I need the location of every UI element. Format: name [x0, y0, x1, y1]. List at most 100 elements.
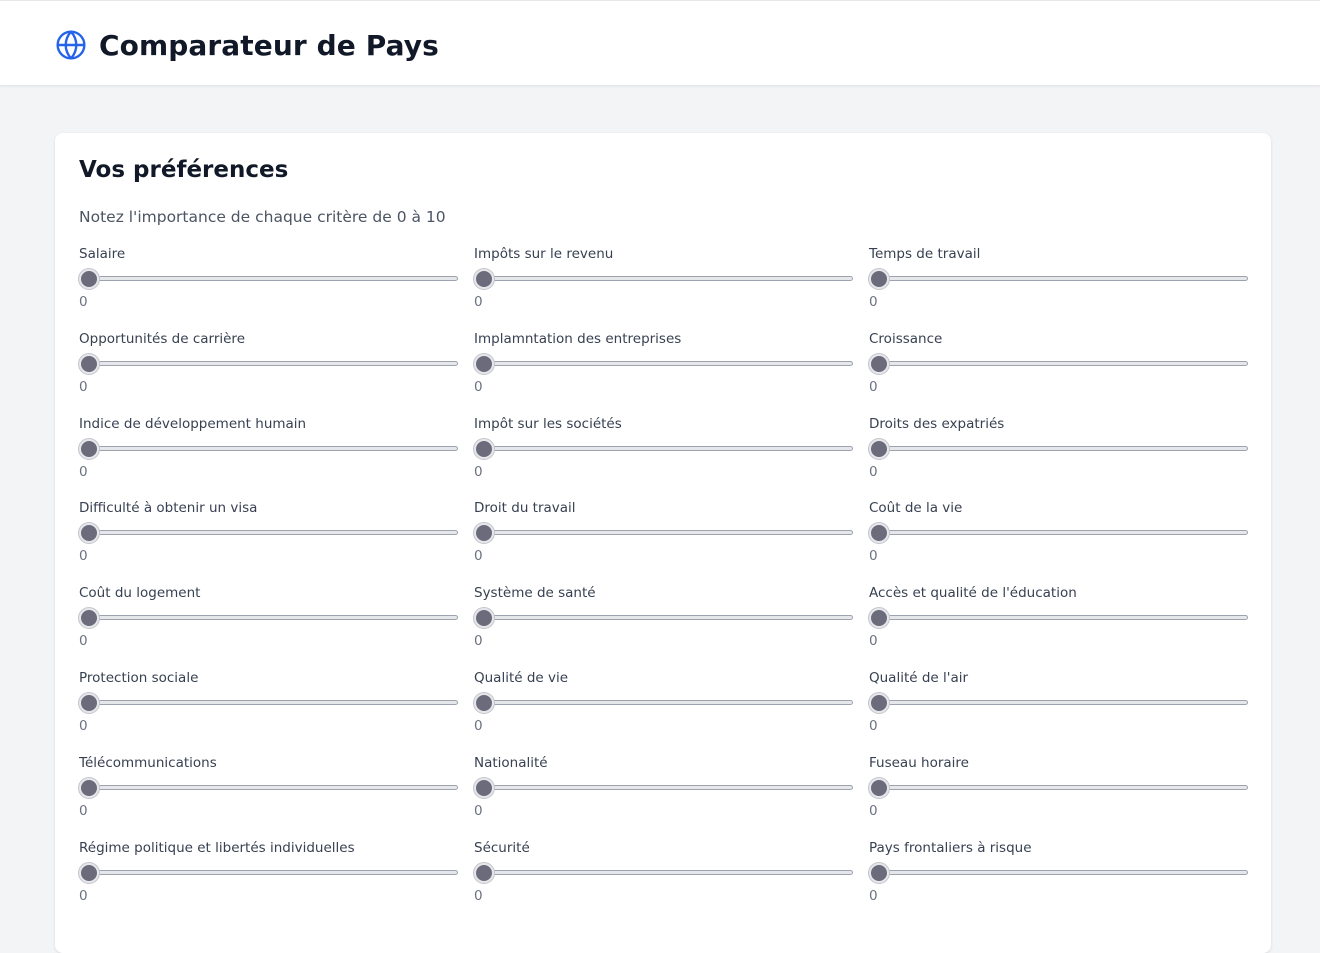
slider-track[interactable]	[871, 869, 1248, 875]
slider-track[interactable]	[81, 360, 458, 366]
slider-track[interactable]	[81, 869, 458, 875]
criterion-label: Protection sociale	[79, 669, 199, 686]
slider-thumb[interactable]	[79, 777, 99, 798]
slider-track[interactable]	[476, 615, 853, 621]
importance-slider[interactable]	[79, 777, 458, 798]
importance-slider[interactable]	[474, 269, 853, 289]
criterion-item: Droits des expatriés 0	[869, 416, 1248, 501]
slider-thumb[interactable]	[79, 523, 99, 544]
criterion-item: Système de santé 0	[474, 585, 853, 670]
importance-slider[interactable]	[79, 353, 458, 374]
slider-track[interactable]	[476, 784, 853, 790]
importance-slider[interactable]	[869, 608, 1248, 629]
slider-thumb[interactable]	[869, 438, 889, 459]
slider-track[interactable]	[476, 699, 853, 705]
preferences-card: Vos préférences Notez l'importance de ch…	[55, 133, 1271, 953]
slider-track[interactable]	[871, 276, 1248, 281]
slider-track[interactable]	[81, 445, 458, 451]
slider-thumb[interactable]	[474, 777, 494, 798]
importance-slider[interactable]	[79, 862, 458, 883]
slider-thumb[interactable]	[474, 353, 494, 374]
criterion-value: 0	[869, 548, 878, 565]
slider-track[interactable]	[81, 615, 458, 621]
importance-slider[interactable]	[474, 438, 853, 459]
slider-thumb[interactable]	[869, 862, 889, 883]
criterion-item: Opportunités de carrière 0	[79, 331, 458, 416]
criterion-item: Salaire 0	[79, 246, 458, 331]
criterion-value: 0	[474, 887, 483, 904]
slider-thumb[interactable]	[474, 608, 494, 629]
importance-slider[interactable]	[474, 353, 853, 374]
criterion-label: Fuseau horaire	[869, 754, 969, 771]
criterion-value: 0	[474, 463, 483, 480]
importance-slider[interactable]	[79, 692, 458, 713]
criterion-label: Impôts sur le revenu	[474, 246, 614, 262]
slider-thumb[interactable]	[474, 862, 494, 883]
slider-thumb[interactable]	[79, 692, 99, 713]
slider-track[interactable]	[871, 530, 1248, 536]
slider-track[interactable]	[476, 360, 853, 366]
criterion-value: 0	[869, 633, 878, 650]
criterion-label: Salaire	[79, 246, 126, 262]
slider-thumb[interactable]	[869, 608, 889, 629]
slider-track[interactable]	[871, 784, 1248, 790]
criterion-value: 0	[869, 887, 878, 904]
slider-track[interactable]	[871, 360, 1248, 366]
slider-thumb[interactable]	[474, 438, 494, 459]
importance-slider[interactable]	[474, 777, 853, 798]
slider-track[interactable]	[81, 530, 458, 536]
slider-thumb[interactable]	[869, 777, 889, 798]
slider-thumb[interactable]	[474, 523, 494, 544]
importance-slider[interactable]	[79, 608, 458, 629]
app-header: Comparateur de Pays	[0, 0, 1320, 86]
importance-slider[interactable]	[474, 608, 853, 629]
slider-thumb[interactable]	[869, 269, 889, 289]
importance-slider[interactable]	[79, 269, 458, 289]
slider-thumb[interactable]	[869, 353, 889, 374]
criterion-label: Croissance	[869, 330, 943, 347]
slider-thumb[interactable]	[474, 269, 494, 289]
slider-thumb[interactable]	[869, 692, 889, 713]
importance-slider[interactable]	[869, 438, 1248, 459]
criterion-value: 0	[869, 378, 878, 395]
slider-track[interactable]	[871, 615, 1248, 621]
criterion-item: Nationalité 0	[474, 755, 853, 840]
slider-track[interactable]	[871, 445, 1248, 451]
importance-slider[interactable]	[869, 523, 1248, 544]
slider-track[interactable]	[871, 699, 1248, 705]
criterion-value: 0	[79, 463, 88, 480]
slider-track[interactable]	[476, 276, 853, 281]
slider-thumb[interactable]	[79, 353, 99, 374]
importance-slider[interactable]	[474, 523, 853, 544]
slider-track[interactable]	[81, 699, 458, 705]
slider-thumb[interactable]	[79, 608, 99, 629]
slider-thumb[interactable]	[79, 269, 99, 289]
criterion-value: 0	[79, 802, 88, 819]
globe-icon	[56, 30, 86, 60]
criterion-item: Temps de travail 0	[869, 246, 1248, 331]
slider-thumb[interactable]	[79, 438, 99, 459]
slider-track[interactable]	[476, 445, 853, 451]
slider-track[interactable]	[81, 784, 458, 790]
slider-track[interactable]	[476, 869, 853, 875]
slider-thumb[interactable]	[79, 862, 99, 883]
importance-slider[interactable]	[869, 862, 1248, 883]
slider-track[interactable]	[476, 530, 853, 536]
slider-thumb[interactable]	[869, 523, 889, 544]
importance-slider[interactable]	[79, 523, 458, 544]
slider-track[interactable]	[81, 276, 458, 281]
criterion-value: 0	[869, 463, 878, 480]
criterion-value: 0	[869, 294, 878, 310]
criterion-item: Croissance 0	[869, 331, 1248, 416]
importance-slider[interactable]	[474, 862, 853, 883]
importance-slider[interactable]	[869, 269, 1248, 289]
criterion-value: 0	[869, 717, 878, 734]
criterion-label: Temps de travail	[869, 246, 981, 262]
criterion-value: 0	[79, 294, 88, 310]
importance-slider[interactable]	[474, 692, 853, 713]
importance-slider[interactable]	[869, 353, 1248, 374]
importance-slider[interactable]	[869, 777, 1248, 798]
importance-slider[interactable]	[79, 438, 458, 459]
slider-thumb[interactable]	[474, 692, 494, 713]
importance-slider[interactable]	[869, 692, 1248, 713]
